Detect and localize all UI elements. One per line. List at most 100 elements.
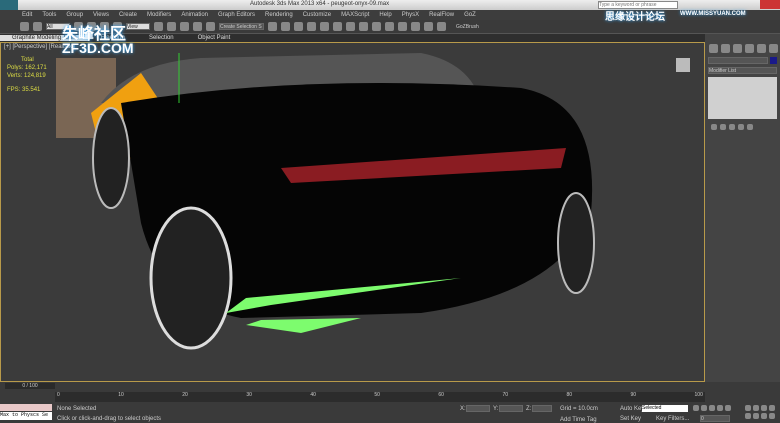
menu-modifiers[interactable]: Modifiers xyxy=(147,12,171,18)
link-icon[interactable] xyxy=(20,22,29,31)
mirror-icon[interactable] xyxy=(268,22,277,31)
menu-tools[interactable]: Tools xyxy=(42,12,56,18)
remove-modifier-icon[interactable] xyxy=(738,124,744,130)
align-icon[interactable] xyxy=(281,22,290,31)
schematic-icon[interactable] xyxy=(320,22,329,31)
go-to-start-icon[interactable] xyxy=(693,405,699,411)
angle-snap-icon[interactable] xyxy=(180,22,189,31)
add-time-tag-button[interactable]: Add Time Tag xyxy=(560,417,597,423)
curve-editor-icon[interactable] xyxy=(307,22,316,31)
close-button[interactable] xyxy=(760,0,780,9)
object-name-field[interactable] xyxy=(708,57,768,64)
grid-readout: Grid = 10.0cm xyxy=(560,406,598,412)
current-frame-field[interactable]: 0 xyxy=(700,415,730,422)
render-setup-icon[interactable] xyxy=(346,22,355,31)
go-to-end-icon[interactable] xyxy=(725,405,731,411)
set-key-button[interactable]: Set Key xyxy=(620,416,641,422)
orbit-icon[interactable] xyxy=(761,413,767,419)
previous-frame-icon[interactable] xyxy=(701,405,707,411)
percent-snap-icon[interactable] xyxy=(193,22,202,31)
light-strip-bottom xyxy=(246,318,361,333)
y-coord-field[interactable] xyxy=(499,405,523,412)
realflow-icon[interactable] xyxy=(424,22,433,31)
pin-stack-icon[interactable] xyxy=(711,124,717,130)
perspective-viewport[interactable]: [+] [Perspective] [Realistic] Total Poly… xyxy=(0,42,705,382)
render-frame-icon[interactable] xyxy=(359,22,368,31)
menu-edit[interactable]: Edit xyxy=(22,12,32,18)
tick-label: 10 xyxy=(118,392,124,398)
spinner-snap-icon[interactable] xyxy=(206,22,215,31)
next-frame-icon[interactable] xyxy=(717,405,723,411)
menu-group[interactable]: Group xyxy=(66,12,83,18)
watermark-left-en: ZF3D.COM xyxy=(62,40,134,56)
watermark-right-cn: 思缘设计论坛 xyxy=(605,12,665,23)
configure-modifier-icon[interactable] xyxy=(747,124,753,130)
selection-set-dropdown[interactable]: Create Selection S xyxy=(219,23,264,30)
menu-views[interactable]: Views xyxy=(93,12,109,18)
zoom-extents-icon[interactable] xyxy=(761,405,767,411)
motion-tab-icon[interactable] xyxy=(745,44,754,53)
material-editor-icon[interactable] xyxy=(333,22,342,31)
maximize-viewport-icon[interactable] xyxy=(769,413,775,419)
maxscript-mini-listener[interactable]: Max to Physcs Se xyxy=(0,412,52,420)
play-icon[interactable] xyxy=(398,22,407,31)
car-model-render xyxy=(56,53,690,350)
snap-icon[interactable] xyxy=(167,22,176,31)
maxscript-listener[interactable] xyxy=(0,404,52,411)
rear-right-wheel xyxy=(557,192,595,294)
menu-realflow[interactable]: RealFlow xyxy=(429,12,454,18)
x-label: X: xyxy=(460,406,466,412)
modify-tab-icon[interactable] xyxy=(721,44,730,53)
play-animation-icon[interactable] xyxy=(709,405,715,411)
reference-coord-dropdown[interactable]: View xyxy=(126,23,150,30)
auto-key-button[interactable]: Auto Key xyxy=(620,406,644,412)
zoom-icon[interactable] xyxy=(745,405,751,411)
menu-physx[interactable]: PhysX xyxy=(402,12,419,18)
bottom-bar: 0 / 100 0 10 20 30 40 50 60 70 80 90 100… xyxy=(0,382,780,423)
modifier-list-dropdown[interactable]: Modifier List xyxy=(708,67,777,74)
menu-maxscript[interactable]: MAXScript xyxy=(341,12,369,18)
timeline-track[interactable]: 0 10 20 30 40 50 60 70 80 90 100 xyxy=(55,392,705,402)
next-frame-icon[interactable] xyxy=(411,22,420,31)
display-tab-icon[interactable] xyxy=(757,44,766,53)
tick-label: 60 xyxy=(438,392,444,398)
tick-label: 50 xyxy=(374,392,380,398)
goz-button[interactable]: GoZBrush xyxy=(456,24,479,30)
field-of-view-icon[interactable] xyxy=(745,413,751,419)
x-coord-field[interactable] xyxy=(466,405,490,412)
menu-graph-editors[interactable]: Graph Editors xyxy=(218,12,255,18)
zoom-extents-all-icon[interactable] xyxy=(769,405,775,411)
key-filters-button[interactable]: Key Filters... xyxy=(656,416,689,422)
tab-object-paint[interactable]: Object Paint xyxy=(186,35,243,41)
fps-value: 35.541 xyxy=(22,87,41,93)
show-end-result-icon[interactable] xyxy=(720,124,726,130)
pivot-icon[interactable] xyxy=(154,22,163,31)
export-icon[interactable] xyxy=(437,22,446,31)
object-color-swatch[interactable] xyxy=(770,57,777,64)
render-icon[interactable] xyxy=(372,22,381,31)
tick-label: 90 xyxy=(630,392,637,398)
z-label: Z: xyxy=(526,406,532,412)
layer-icon[interactable] xyxy=(294,22,303,31)
menu-animation[interactable]: Animation xyxy=(181,12,208,18)
key-mode-dropdown[interactable]: Selected xyxy=(642,405,688,412)
unlink-icon[interactable] xyxy=(33,22,42,31)
viewcube-icon[interactable] xyxy=(676,58,690,72)
z-coord-field[interactable] xyxy=(532,405,552,412)
utilities-tab-icon[interactable] xyxy=(769,44,778,53)
menu-goz[interactable]: GoZ xyxy=(464,12,476,18)
modifier-stack[interactable] xyxy=(708,77,777,119)
menu-rendering[interactable]: Rendering xyxy=(265,12,293,18)
pan-icon[interactable] xyxy=(753,413,759,419)
physx-icon[interactable] xyxy=(385,22,394,31)
time-slider[interactable]: 0 / 100 xyxy=(5,383,55,389)
stats-header: Total xyxy=(21,57,34,63)
menu-help[interactable]: Help xyxy=(379,12,391,18)
zoom-all-icon[interactable] xyxy=(753,405,759,411)
hierarchy-tab-icon[interactable] xyxy=(733,44,742,53)
tab-selection[interactable]: Selection xyxy=(137,35,186,41)
make-unique-icon[interactable] xyxy=(729,124,735,130)
create-tab-icon[interactable] xyxy=(709,44,718,53)
menu-customize[interactable]: Customize xyxy=(303,12,331,18)
menu-create[interactable]: Create xyxy=(119,12,137,18)
